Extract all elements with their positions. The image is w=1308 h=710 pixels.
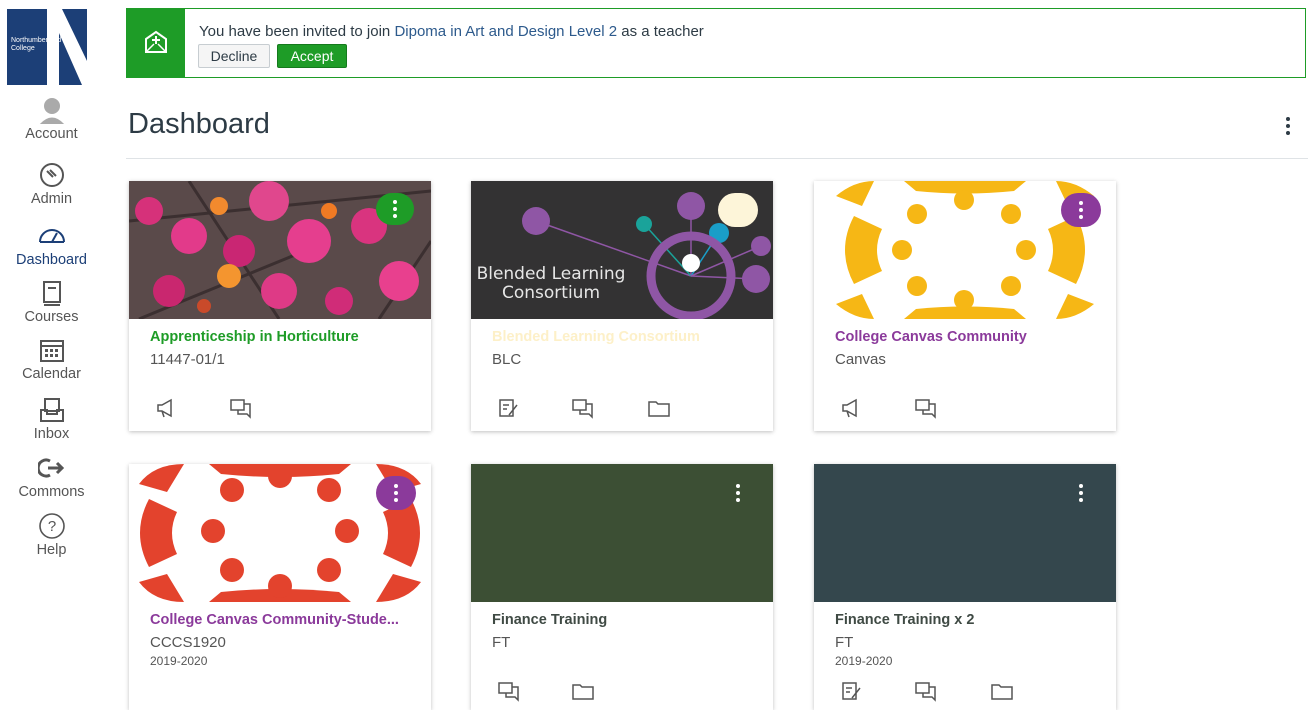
book-icon [42, 281, 61, 306]
nav-help[interactable]: ? Help [0, 512, 103, 558]
course-invitation-banner: You have been invited to join Dipoma in … [126, 8, 1306, 78]
nav-account[interactable]: Account [0, 96, 103, 142]
discussion-icon[interactable] [914, 680, 938, 702]
discussion-icon[interactable] [571, 397, 595, 419]
course-name[interactable]: College Canvas Community-Stude... [150, 612, 415, 628]
announcement-icon[interactable] [155, 397, 179, 419]
course-code: CCCS1920 [150, 634, 226, 651]
card-options-button[interactable] [1061, 193, 1101, 227]
course-code: BLC [492, 351, 522, 368]
banner-text-after: as a teacher [617, 23, 704, 40]
nav-dashboard[interactable]: Dashboard [0, 222, 103, 268]
page-title: Dashboard [128, 108, 270, 140]
course-term: 2019-2020 [150, 654, 208, 668]
inbox-icon [39, 398, 64, 422]
course-card[interactable]: Apprenticeship in Horticulture 11447-01/… [129, 181, 431, 431]
banner-message: You have been invited to join Dipoma in … [199, 23, 704, 40]
course-name[interactable]: College Canvas Community [835, 329, 1100, 345]
avatar-icon [39, 98, 64, 124]
nav-admin-label: Admin [30, 191, 73, 207]
invitation-icon [145, 30, 167, 53]
svg-text:?: ? [47, 518, 55, 535]
folder-icon[interactable] [571, 680, 595, 702]
discussion-icon[interactable] [229, 397, 253, 419]
course-code: Canvas [835, 351, 886, 368]
banner-accent [127, 9, 185, 77]
nav-courses-label: Courses [24, 309, 79, 325]
header-divider [126, 158, 1308, 159]
nav-admin[interactable]: Admin [0, 161, 103, 207]
accept-button[interactable]: Accept [277, 44, 347, 68]
shield-icon [39, 163, 64, 187]
decline-button[interactable]: Decline [198, 44, 270, 68]
folder-icon[interactable] [990, 680, 1014, 702]
discussion-icon[interactable] [914, 397, 938, 419]
course-card[interactable]: Finance Training x 2 FT 2019-2020 [814, 464, 1116, 710]
assignment-icon[interactable] [840, 680, 864, 702]
global-nav: Northumberland College Account Admin Das… [0, 0, 103, 710]
announcement-icon[interactable] [840, 397, 864, 419]
course-card[interactable]: College Canvas Community-Stude... CCCS19… [129, 464, 431, 710]
course-code: FT [835, 634, 854, 651]
card-actions [471, 391, 773, 421]
dashboard-options-button[interactable] [1280, 114, 1296, 138]
card-actions [129, 391, 431, 421]
calendar-icon [39, 340, 64, 362]
speedometer-icon [38, 229, 65, 243]
card-actions [814, 391, 1116, 421]
nav-dashboard-label: Dashboard [16, 252, 87, 268]
nav-commons-label: Commons [18, 484, 85, 500]
banner-text-before: You have been invited to join [199, 23, 395, 40]
card-options-button[interactable] [376, 476, 416, 510]
assignment-icon[interactable] [497, 397, 521, 419]
course-code: 11447-01/1 [150, 351, 225, 368]
nav-help-label: Help [36, 542, 67, 558]
nav-account-label: Account [25, 126, 78, 142]
discussion-icon[interactable] [497, 680, 521, 702]
course-name[interactable]: Blended Learning Consortium [492, 329, 757, 345]
hero-text-line2: Consortium [502, 283, 600, 303]
help-icon: ? [38, 513, 65, 539]
course-name[interactable]: Finance Training [492, 612, 757, 628]
logo-text: Northumberland College [11, 37, 62, 52]
course-name[interactable]: Finance Training x 2 [835, 612, 1100, 628]
nav-commons[interactable]: Commons [0, 454, 103, 500]
card-actions [814, 674, 1116, 704]
card-options-button[interactable] [718, 193, 758, 227]
card-options-button[interactable] [1061, 476, 1101, 510]
card-options-button[interactable] [718, 476, 758, 510]
nav-inbox[interactable]: Inbox [0, 396, 103, 442]
folder-icon[interactable] [647, 397, 671, 419]
commons-icon [37, 458, 64, 478]
nav-calendar-label: Calendar [22, 366, 81, 382]
course-term: 2019-2020 [835, 654, 893, 668]
nav-inbox-label: Inbox [33, 426, 70, 442]
invited-course-link[interactable]: Dipoma in Art and Design Level 2 [394, 23, 617, 40]
course-name[interactable]: Apprenticeship in Horticulture [150, 329, 415, 345]
card-actions [471, 674, 773, 704]
course-card[interactable]: Finance Training FT [471, 464, 773, 710]
kebab-menu-icon [1286, 117, 1290, 135]
course-card[interactable]: College Canvas Community Canvas [814, 181, 1116, 431]
hero-text-line1: Blended Learning [477, 264, 626, 284]
card-options-button[interactable] [376, 193, 414, 225]
course-card[interactable]: Blended Learning Consortium Blended Lear… [471, 181, 773, 431]
college-logo[interactable]: Northumberland College [7, 9, 97, 85]
nav-calendar[interactable]: Calendar [0, 336, 103, 382]
nav-courses[interactable]: Courses [0, 279, 103, 325]
course-code: FT [492, 634, 511, 651]
